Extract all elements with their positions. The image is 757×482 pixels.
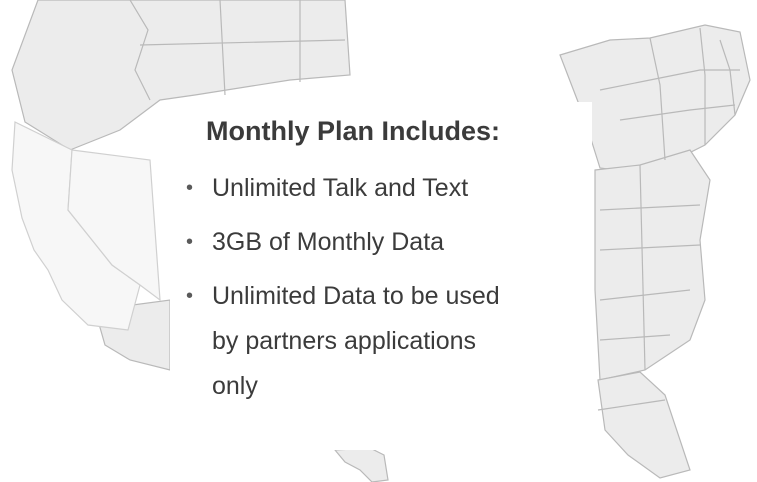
list-item: • Unlimited Talk and Text bbox=[182, 166, 582, 210]
map-southeast-region bbox=[597, 371, 691, 479]
map-east-region bbox=[594, 149, 711, 381]
list-item: • Unlimited Data to be used by partners … bbox=[182, 274, 582, 409]
list-item: • 3GB of Monthly Data bbox=[182, 220, 582, 264]
map-gulf-region bbox=[333, 447, 389, 482]
plan-title: Monthly Plan Includes: bbox=[206, 116, 501, 146]
bullet-icon: • bbox=[186, 285, 194, 307]
feature-text: 3GB of Monthly Data bbox=[212, 228, 445, 256]
bullet-icon: • bbox=[186, 231, 194, 253]
plan-card: Monthly Plan Includes: • Unlimited Talk … bbox=[170, 102, 592, 450]
feature-text: Unlimited Data to be used by partners ap… bbox=[212, 282, 500, 400]
feature-text: Unlimited Talk and Text bbox=[212, 174, 469, 202]
feature-list: • Unlimited Talk and Text • 3GB of Month… bbox=[182, 166, 582, 419]
bullet-icon: • bbox=[186, 177, 194, 199]
plan-banner: Monthly Plan Includes: • Unlimited Talk … bbox=[0, 0, 757, 482]
